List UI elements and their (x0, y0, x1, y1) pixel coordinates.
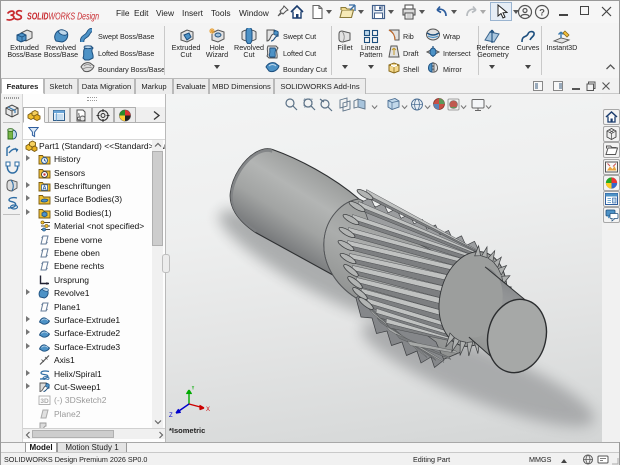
svg-text:?: ? (539, 8, 545, 19)
svg-text:SOLIDWORKS Design: SOLIDWORKS Design (27, 12, 99, 23)
svg-text:Z: Z (169, 413, 173, 419)
svg-text:A: A (43, 186, 47, 192)
svg-text:Y: Y (191, 386, 195, 392)
svg-text:X: X (206, 407, 210, 413)
svg-text:3D: 3D (40, 398, 49, 405)
